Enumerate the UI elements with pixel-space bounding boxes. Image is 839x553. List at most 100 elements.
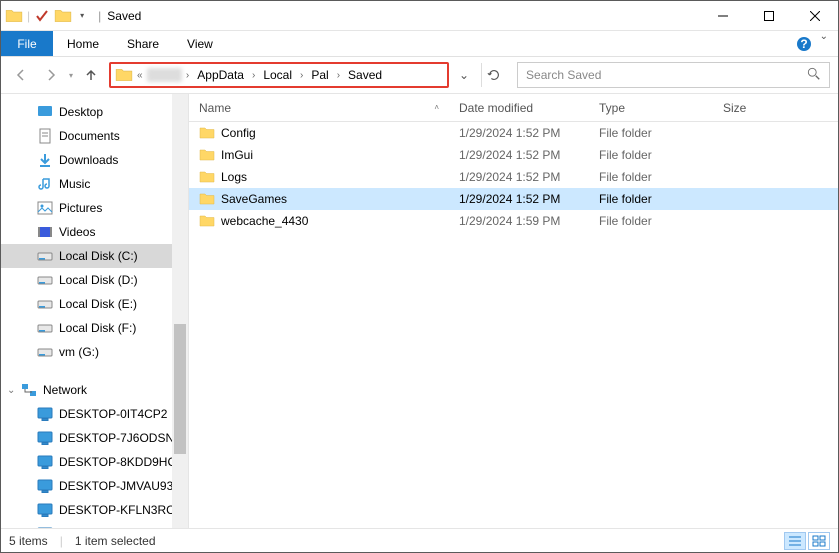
chevron-right-icon[interactable]: ›	[298, 70, 305, 81]
file-row[interactable]: Config 1/29/2024 1:52 PM File folder	[189, 122, 838, 144]
sidebar-network-computer[interactable]: DESKTOP-OAF8GOA	[1, 522, 188, 528]
sidebar-item-label: Desktop	[59, 105, 103, 119]
column-header-name[interactable]: Name˄	[189, 101, 449, 115]
drive-icon	[37, 248, 53, 264]
sidebar-item[interactable]: Local Disk (D:)	[1, 268, 188, 292]
sidebar-scrollbar[interactable]	[172, 94, 188, 528]
file-date: 1/29/2024 1:52 PM	[449, 126, 589, 140]
qat-dropdown-icon[interactable]: ▾	[80, 11, 84, 20]
sidebar-item[interactable]: vm (G:)	[1, 340, 188, 364]
file-name: webcache_4430	[221, 214, 308, 228]
folder-icon	[199, 125, 215, 141]
column-headers[interactable]: Name˄ Date modified Type Size	[189, 94, 838, 122]
sidebar-item[interactable]: Local Disk (F:)	[1, 316, 188, 340]
navigation-pane[interactable]: Desktop DocumentsDownloads Music Pictures Vi…	[1, 94, 189, 528]
file-type: File folder	[589, 192, 713, 206]
qat-folder-icon[interactable]	[54, 7, 72, 25]
file-date: 1/29/2024 1:52 PM	[449, 192, 589, 206]
chevron-right-icon[interactable]: ›	[184, 70, 191, 81]
file-row[interactable]: Logs 1/29/2024 1:52 PM File folder	[189, 166, 838, 188]
file-row[interactable]: SaveGames 1/29/2024 1:52 PM File folder	[189, 188, 838, 210]
recent-dropdown-icon[interactable]: ▾	[69, 71, 73, 80]
sidebar-item[interactable]: Videos	[1, 220, 188, 244]
file-type: File folder	[589, 170, 713, 184]
status-selected-count: 1 item selected	[75, 534, 156, 548]
up-button[interactable]	[79, 63, 103, 87]
sidebar-item-label: Music	[59, 177, 90, 191]
close-button[interactable]	[792, 1, 838, 31]
sidebar-network[interactable]: ⌄Network	[1, 378, 188, 402]
sidebar-item[interactable]: Local Disk (C:)	[1, 244, 188, 268]
column-header-type[interactable]: Type	[589, 101, 713, 115]
chevron-right-icon[interactable]: ›	[335, 70, 342, 81]
sidebar-network-computer[interactable]: DESKTOP-JMVAU93	[1, 474, 188, 498]
address-dropdown-icon[interactable]: ⌄	[455, 68, 473, 82]
music-icon	[37, 176, 53, 192]
window-title: Saved	[107, 9, 141, 23]
sidebar-item-label: Local Disk (F:)	[59, 321, 136, 335]
file-date: 1/29/2024 1:52 PM	[449, 148, 589, 162]
monitor-icon	[37, 526, 53, 528]
sidebar-network-computer[interactable]: DESKTOP-0IT4CP2	[1, 402, 188, 426]
sidebar-network-computer[interactable]: DESKTOP-7J6ODSN	[1, 426, 188, 450]
breadcrumb-local[interactable]: Local	[259, 68, 296, 82]
search-icon[interactable]	[807, 67, 821, 84]
search-input[interactable]: Search Saved	[517, 62, 830, 88]
home-tab[interactable]: Home	[53, 31, 113, 56]
title-separator: |	[98, 9, 101, 23]
sidebar-item-label: Local Disk (E:)	[59, 297, 137, 311]
sidebar-item-label: DESKTOP-7J6ODSN	[59, 431, 174, 445]
file-type: File folder	[589, 126, 713, 140]
view-tab[interactable]: View	[173, 31, 227, 56]
back-button[interactable]	[9, 63, 33, 87]
maximize-button[interactable]	[746, 1, 792, 31]
status-bar: 5 items | 1 item selected	[1, 528, 838, 552]
sidebar-network-computer[interactable]: DESKTOP-KFLN3RC	[1, 498, 188, 522]
drive-icon	[37, 272, 53, 288]
address-bar[interactable]: « user › AppData › Local › Pal › Saved	[109, 62, 449, 88]
chevron-right-icon[interactable]: ›	[250, 70, 257, 81]
download-icon	[37, 152, 53, 168]
sidebar-item-label: Pictures	[59, 201, 102, 215]
sidebar-item[interactable]: Downloads	[1, 148, 188, 172]
chevron-down-icon[interactable]: ⌄	[7, 385, 15, 396]
app-folder-icon	[5, 7, 23, 25]
file-list-pane: Name˄ Date modified Type Size Config 1/2…	[189, 94, 838, 528]
file-row[interactable]: webcache_4430 1/29/2024 1:59 PM File fol…	[189, 210, 838, 232]
sidebar-item[interactable]: Local Disk (E:)	[1, 292, 188, 316]
sidebar-item[interactable]: Pictures	[1, 196, 188, 220]
file-date: 1/29/2024 1:59 PM	[449, 214, 589, 228]
breadcrumb-saved[interactable]: Saved	[344, 68, 386, 82]
details-view-button[interactable]	[784, 532, 806, 550]
sidebar-item[interactable]: Music	[1, 172, 188, 196]
forward-button[interactable]	[39, 63, 63, 87]
breadcrumb-overflow[interactable]: «	[135, 70, 145, 81]
ribbon-tabs: File Home Share View ? ⌄	[1, 31, 838, 57]
file-menu[interactable]: File	[1, 31, 53, 56]
sidebar-item[interactable]: Documents	[1, 124, 188, 148]
minimize-button[interactable]	[700, 1, 746, 31]
file-list[interactable]: Config 1/29/2024 1:52 PM File folder ImG…	[189, 122, 838, 528]
refresh-button[interactable]	[481, 63, 505, 87]
column-header-date[interactable]: Date modified	[449, 101, 589, 115]
file-row[interactable]: ImGui 1/29/2024 1:52 PM File folder	[189, 144, 838, 166]
breadcrumb-appdata[interactable]: AppData	[193, 68, 248, 82]
help-icon[interactable]: ?	[796, 31, 812, 56]
share-tab[interactable]: Share	[113, 31, 173, 56]
document-icon	[37, 128, 53, 144]
breadcrumb-pal[interactable]: Pal	[307, 68, 332, 82]
breadcrumb-hidden[interactable]: user	[147, 68, 182, 82]
file-name: Config	[221, 126, 256, 140]
thumbnails-view-button[interactable]	[808, 532, 830, 550]
column-header-size[interactable]: Size	[713, 101, 803, 115]
sidebar-item-label: DESKTOP-8KDD9HC	[59, 455, 176, 469]
ribbon-expand-icon[interactable]: ⌄	[820, 31, 828, 56]
sidebar-item-label: Videos	[59, 225, 95, 239]
title-bar: | ▾ | Saved	[1, 1, 838, 31]
qat-properties-icon[interactable]	[34, 8, 50, 24]
sidebar-network-computer[interactable]: DESKTOP-8KDD9HC	[1, 450, 188, 474]
svg-text:?: ?	[800, 37, 807, 51]
sidebar-item[interactable]: Desktop	[1, 100, 188, 124]
file-name: ImGui	[221, 148, 253, 162]
folder-icon	[199, 169, 215, 185]
